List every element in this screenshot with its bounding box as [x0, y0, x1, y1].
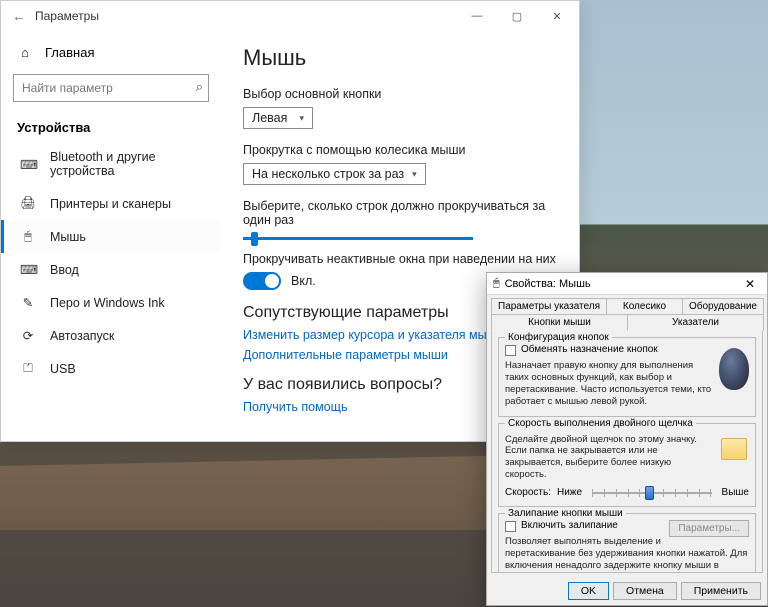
doubleclick-speed-slider[interactable]: [592, 492, 712, 494]
settings-title: Параметры: [35, 9, 99, 23]
tab-pointer-options[interactable]: Параметры указателя: [491, 298, 607, 314]
chevron-down-icon: ▾: [412, 169, 417, 180]
sidebar-item-printers[interactable]: 🖨 Принтеры и сканеры: [1, 187, 221, 220]
sidebar-item-label: Мышь: [50, 230, 86, 244]
scroll-mode-select[interactable]: На несколько строк за раз ▾: [243, 163, 426, 185]
props-title: Свойства: Мышь: [505, 278, 591, 290]
sidebar-item-label: Ввод: [50, 263, 79, 277]
back-icon[interactable]: ←: [9, 8, 29, 24]
sidebar-item-pen[interactable]: ✎ Перо и Windows Ink: [1, 286, 221, 319]
props-titlebar: 🖱 Свойства: Мышь ✕: [487, 273, 767, 295]
toggle-state-label: Вкл.: [291, 274, 316, 288]
clicklock-label: Включить залипание: [521, 520, 618, 531]
sidebar-item-label: Автозапуск: [50, 329, 114, 343]
swap-buttons-desc: Назначает правую кнопку для выполнения т…: [505, 360, 749, 408]
ok-button[interactable]: OK: [568, 582, 609, 600]
settings-titlebar: ← Параметры — ▢ ✕: [1, 1, 579, 31]
maximize-button[interactable]: ▢: [497, 2, 537, 30]
inactive-windows-label: Прокручивать неактивные окна при наведен…: [243, 252, 557, 266]
group-click-lock: Залипание кнопки мыши Параметры... Включ…: [498, 513, 756, 573]
sidebar-item-autoplay[interactable]: ⟳ Автозапуск: [1, 319, 221, 352]
lines-per-scroll-slider[interactable]: [243, 237, 473, 240]
usb-icon: ⏍: [20, 361, 36, 376]
group-legend: Скорость выполнения двойного щелчка: [505, 418, 696, 429]
group-doubleclick-speed: Скорость выполнения двойного щелчка Сдел…: [498, 423, 756, 508]
clicklock-params-button[interactable]: Параметры...: [669, 520, 749, 537]
swap-buttons-checkbox[interactable]: [505, 345, 516, 356]
pen-icon: ✎: [20, 295, 36, 310]
home-label: Главная: [45, 45, 94, 60]
search-icon: ⌕: [196, 79, 203, 95]
scroll-mode-label: Прокрутка с помощью колесика мыши: [243, 143, 557, 157]
props-close-button[interactable]: ✕: [737, 277, 763, 291]
settings-sidebar: ⌂ Главная ⌕ Устройства ⌨ Bluetooth и дру…: [1, 31, 221, 441]
home-button[interactable]: ⌂ Главная: [1, 39, 221, 66]
sidebar-item-label: Bluetooth и другие устройства: [50, 150, 205, 178]
home-icon: ⌂: [17, 45, 33, 60]
close-button[interactable]: ✕: [537, 2, 577, 30]
doubleclick-desc: Сделайте двойной щелчок по этому значку.…: [505, 434, 749, 482]
sidebar-item-mouse[interactable]: 🖱 Мышь: [1, 220, 221, 253]
speed-low-label: Ниже: [557, 487, 582, 498]
mouse-properties-dialog: 🖱 Свойства: Мышь ✕ Параметры указателя К…: [486, 272, 768, 606]
clicklock-checkbox[interactable]: [505, 521, 516, 532]
sidebar-group-title: Устройства: [1, 110, 221, 141]
folder-test-icon[interactable]: [721, 438, 747, 460]
search-input[interactable]: [13, 74, 209, 102]
primary-button-select[interactable]: Левая ▾: [243, 107, 313, 129]
keyboard-icon: ⌨: [20, 262, 36, 277]
sidebar-item-bluetooth[interactable]: ⌨ Bluetooth и другие устройства: [1, 141, 221, 187]
mouse-icon: 🖱: [20, 229, 36, 244]
group-button-config: Конфигурация кнопок Обменять назначение …: [498, 337, 756, 417]
inactive-windows-toggle[interactable]: [243, 272, 281, 290]
clicklock-desc: Позволяет выполнять выделение и перетаск…: [505, 536, 749, 573]
swap-buttons-label: Обменять назначение кнопок: [521, 344, 658, 355]
sidebar-item-label: USB: [50, 362, 76, 376]
props-body: Конфигурация кнопок Обменять назначение …: [491, 330, 763, 573]
page-heading: Мышь: [243, 45, 557, 71]
tab-wheel[interactable]: Колесико: [606, 298, 683, 314]
sidebar-item-usb[interactable]: ⏍ USB: [1, 352, 221, 385]
mouse-small-icon: 🖱: [493, 277, 500, 290]
printer-icon: 🖨: [20, 196, 36, 211]
minimize-button[interactable]: —: [457, 2, 497, 30]
sidebar-item-label: Перо и Windows Ink: [50, 296, 165, 310]
bluetooth-icon: ⌨: [20, 157, 36, 172]
apply-button[interactable]: Применить: [681, 582, 761, 600]
tab-pointers[interactable]: Указатели: [627, 314, 764, 331]
speed-high-label: Выше: [722, 487, 749, 498]
dialog-buttons: OK Отмена Применить: [487, 577, 767, 605]
mouse-illustration: [719, 348, 749, 390]
props-tabs: Параметры указателя Колесико Оборудовани…: [487, 295, 767, 330]
group-legend: Конфигурация кнопок: [505, 332, 612, 343]
group-legend: Залипание кнопки мыши: [505, 508, 626, 519]
lines-per-scroll-label: Выберите, сколько строк должно прокручив…: [243, 199, 557, 227]
tab-buttons[interactable]: Кнопки мыши: [491, 314, 628, 331]
primary-button-label: Выбор основной кнопки: [243, 87, 557, 101]
tab-hardware[interactable]: Оборудование: [682, 298, 764, 314]
select-value: На несколько строк за раз: [252, 167, 404, 181]
speed-label: Скорость:: [505, 487, 551, 498]
chevron-down-icon: ▾: [299, 113, 304, 124]
cancel-button[interactable]: Отмена: [613, 582, 677, 600]
slider-thumb[interactable]: [645, 486, 654, 500]
sidebar-item-typing[interactable]: ⌨ Ввод: [1, 253, 221, 286]
autoplay-icon: ⟳: [20, 328, 36, 343]
select-value: Левая: [252, 111, 287, 125]
sidebar-item-label: Принтеры и сканеры: [50, 197, 171, 211]
